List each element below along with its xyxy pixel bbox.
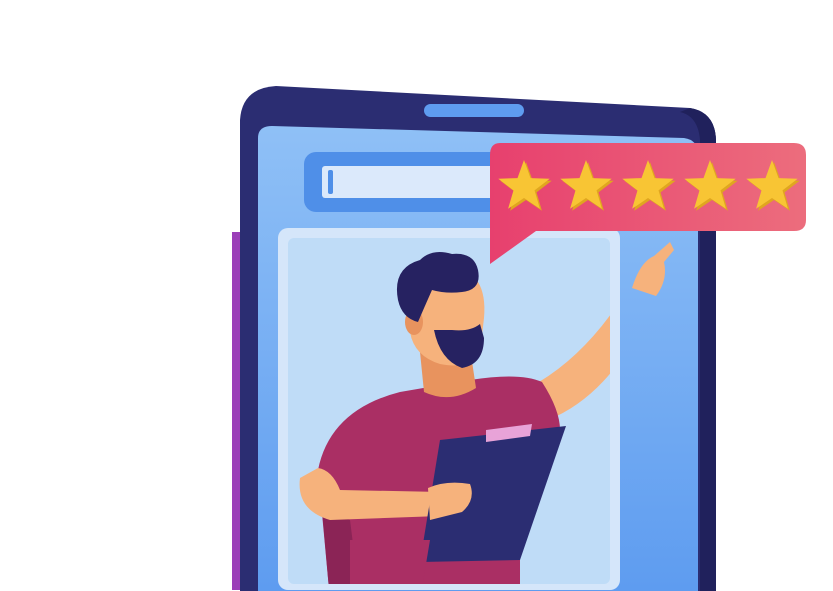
speaker-slot bbox=[424, 104, 524, 117]
search-cursor bbox=[328, 170, 333, 194]
shirt-lower bbox=[350, 540, 430, 584]
review-illustration bbox=[232, 86, 806, 591]
